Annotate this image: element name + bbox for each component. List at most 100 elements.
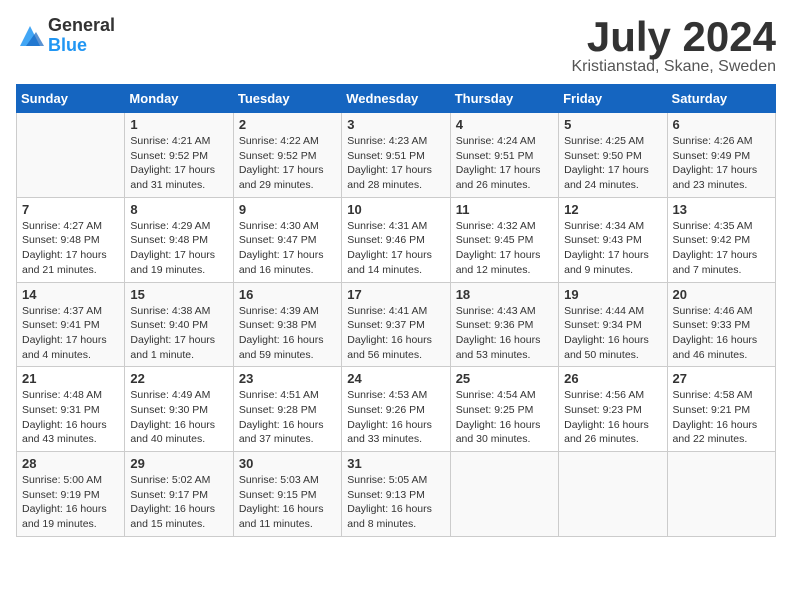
day-info: Sunrise: 4:48 AM Sunset: 9:31 PM Dayligh… [22,388,119,447]
calendar-cell: 12 Sunrise: 4:34 AM Sunset: 9:43 PM Dayli… [559,197,667,282]
day-info: Sunrise: 4:49 AM Sunset: 9:30 PM Dayligh… [130,388,227,447]
column-header-sunday: Sunday [17,85,125,113]
day-info: Sunrise: 4:21 AM Sunset: 9:52 PM Dayligh… [130,134,227,193]
day-info: Sunrise: 4:34 AM Sunset: 9:43 PM Dayligh… [564,219,661,278]
day-info: Sunrise: 5:05 AM Sunset: 9:13 PM Dayligh… [347,473,444,532]
day-number: 15 [130,287,227,302]
calendar-cell: 27Sunrise: 4:58 AM Sunset: 9:21 PM Dayli… [667,367,775,452]
column-header-tuesday: Tuesday [233,85,341,113]
day-info: Sunrise: 4:43 AM Sunset: 9:36 PM Dayligh… [456,304,553,363]
calendar-cell: 14 Sunrise: 4:37 AM Sunset: 9:41 PM Dayli… [17,282,125,367]
day-info: Sunrise: 4:54 AM Sunset: 9:25 PM Dayligh… [456,388,553,447]
day-number: 30 [239,456,336,471]
calendar-cell: 10Sunrise: 4:31 AM Sunset: 9:46 PM Dayli… [342,197,450,282]
day-info: Sunrise: 4:53 AM Sunset: 9:26 PM Dayligh… [347,388,444,447]
day-number: 14 [22,287,119,302]
calendar-cell: 4Sunrise: 4:24 AM Sunset: 9:51 PM Daylig… [450,113,558,198]
page-container: General Blue July 2024 Kristianstad, Ska… [16,16,776,537]
calendar-cell: 24 Sunrise: 4:53 AM Sunset: 9:26 PM Dayli… [342,367,450,452]
calendar-cell: 5 Sunrise: 4:25 AM Sunset: 9:50 PM Daylig… [559,113,667,198]
calendar-cell: 3 Sunrise: 4:23 AM Sunset: 9:51 PM Daylig… [342,113,450,198]
day-number: 27 [673,371,770,386]
day-number: 11 [456,202,553,217]
column-header-thursday: Thursday [450,85,558,113]
calendar-cell: 31 Sunrise: 5:05 AM Sunset: 9:13 PM Dayli… [342,452,450,537]
day-number: 7 [22,202,119,217]
day-info: Sunrise: 4:41 AM Sunset: 9:37 PM Dayligh… [347,304,444,363]
day-info: Sunrise: 4:35 AM Sunset: 9:42 PM Dayligh… [673,219,770,278]
day-number: 2 [239,117,336,132]
logo-blue-text: Blue [48,36,115,56]
day-info: Sunrise: 4:24 AM Sunset: 9:51 PM Dayligh… [456,134,553,193]
day-info: Sunrise: 4:25 AM Sunset: 9:50 PM Dayligh… [564,134,661,193]
calendar-cell: 13Sunrise: 4:35 AM Sunset: 9:42 PM Dayli… [667,197,775,282]
month-title: July 2024 [571,16,776,58]
calendar-cell: 28 Sunrise: 5:00 AM Sunset: 9:19 PM Dayli… [17,452,125,537]
day-info: Sunrise: 4:51 AM Sunset: 9:28 PM Dayligh… [239,388,336,447]
day-number: 5 [564,117,661,132]
day-number: 21 [22,371,119,386]
day-number: 12 [564,202,661,217]
day-info: Sunrise: 4:38 AM Sunset: 9:40 PM Dayligh… [130,304,227,363]
day-number: 28 [22,456,119,471]
calendar-cell: 21 Sunrise: 4:48 AM Sunset: 9:31 PM Dayli… [17,367,125,452]
calendar-cell: 7Sunrise: 4:27 AM Sunset: 9:48 PM Daylig… [17,197,125,282]
calendar-week-row: 21 Sunrise: 4:48 AM Sunset: 9:31 PM Dayli… [17,367,776,452]
calendar-cell: 25Sunrise: 4:54 AM Sunset: 9:25 PM Dayli… [450,367,558,452]
calendar-cell: 20 Sunrise: 4:46 AM Sunset: 9:33 PM Dayli… [667,282,775,367]
column-header-monday: Monday [125,85,233,113]
logo-text: General Blue [48,16,115,56]
day-info: Sunrise: 4:44 AM Sunset: 9:34 PM Dayligh… [564,304,661,363]
day-info: Sunrise: 4:30 AM Sunset: 9:47 PM Dayligh… [239,219,336,278]
day-info: Sunrise: 4:22 AM Sunset: 9:52 PM Dayligh… [239,134,336,193]
calendar-cell: 1 Sunrise: 4:21 AM Sunset: 9:52 PM Daylig… [125,113,233,198]
calendar-cell: 8Sunrise: 4:29 AM Sunset: 9:48 PM Daylig… [125,197,233,282]
day-info: Sunrise: 4:56 AM Sunset: 9:23 PM Dayligh… [564,388,661,447]
calendar-cell: 29 Sunrise: 5:02 AM Sunset: 9:17 PM Dayli… [125,452,233,537]
day-info: Sunrise: 4:37 AM Sunset: 9:41 PM Dayligh… [22,304,119,363]
logo-general-text: General [48,16,115,36]
day-info: Sunrise: 5:02 AM Sunset: 9:17 PM Dayligh… [130,473,227,532]
day-number: 6 [673,117,770,132]
calendar-cell [559,452,667,537]
day-info: Sunrise: 5:00 AM Sunset: 9:19 PM Dayligh… [22,473,119,532]
day-number: 22 [130,371,227,386]
calendar-cell: 6 Sunrise: 4:26 AM Sunset: 9:49 PM Daylig… [667,113,775,198]
day-number: 29 [130,456,227,471]
day-number: 1 [130,117,227,132]
day-info: Sunrise: 4:46 AM Sunset: 9:33 PM Dayligh… [673,304,770,363]
day-number: 19 [564,287,661,302]
day-info: Sunrise: 4:32 AM Sunset: 9:45 PM Dayligh… [456,219,553,278]
calendar-cell: 15 Sunrise: 4:38 AM Sunset: 9:40 PM Dayli… [125,282,233,367]
header: General Blue July 2024 Kristianstad, Ska… [16,16,776,76]
calendar-cell [667,452,775,537]
calendar-cell: 9 Sunrise: 4:30 AM Sunset: 9:47 PM Daylig… [233,197,341,282]
logo-icon [16,22,44,50]
calendar-cell: 26 Sunrise: 4:56 AM Sunset: 9:23 PM Dayli… [559,367,667,452]
calendar-cell: 30 Sunrise: 5:03 AM Sunset: 9:15 PM Dayli… [233,452,341,537]
day-number: 16 [239,287,336,302]
day-number: 9 [239,202,336,217]
day-info: Sunrise: 5:03 AM Sunset: 9:15 PM Dayligh… [239,473,336,532]
calendar-cell [450,452,558,537]
day-number: 20 [673,287,770,302]
location: Kristianstad, Skane, Sweden [571,58,776,76]
day-number: 18 [456,287,553,302]
day-number: 3 [347,117,444,132]
day-number: 26 [564,371,661,386]
day-number: 31 [347,456,444,471]
calendar-cell: 22 Sunrise: 4:49 AM Sunset: 9:30 PM Dayli… [125,367,233,452]
logo: General Blue [16,16,115,56]
day-number: 24 [347,371,444,386]
calendar-cell: 16 Sunrise: 4:39 AM Sunset: 9:38 PM Dayli… [233,282,341,367]
day-info: Sunrise: 4:39 AM Sunset: 9:38 PM Dayligh… [239,304,336,363]
calendar-cell: 17 Sunrise: 4:41 AM Sunset: 9:37 PM Dayli… [342,282,450,367]
calendar-week-row: 14 Sunrise: 4:37 AM Sunset: 9:41 PM Dayli… [17,282,776,367]
calendar-cell: 23Sunrise: 4:51 AM Sunset: 9:28 PM Dayli… [233,367,341,452]
day-number: 17 [347,287,444,302]
day-info: Sunrise: 4:23 AM Sunset: 9:51 PM Dayligh… [347,134,444,193]
day-number: 10 [347,202,444,217]
calendar-week-row: 28 Sunrise: 5:00 AM Sunset: 9:19 PM Dayli… [17,452,776,537]
day-info: Sunrise: 4:26 AM Sunset: 9:49 PM Dayligh… [673,134,770,193]
calendar-cell: 2 Sunrise: 4:22 AM Sunset: 9:52 PM Daylig… [233,113,341,198]
